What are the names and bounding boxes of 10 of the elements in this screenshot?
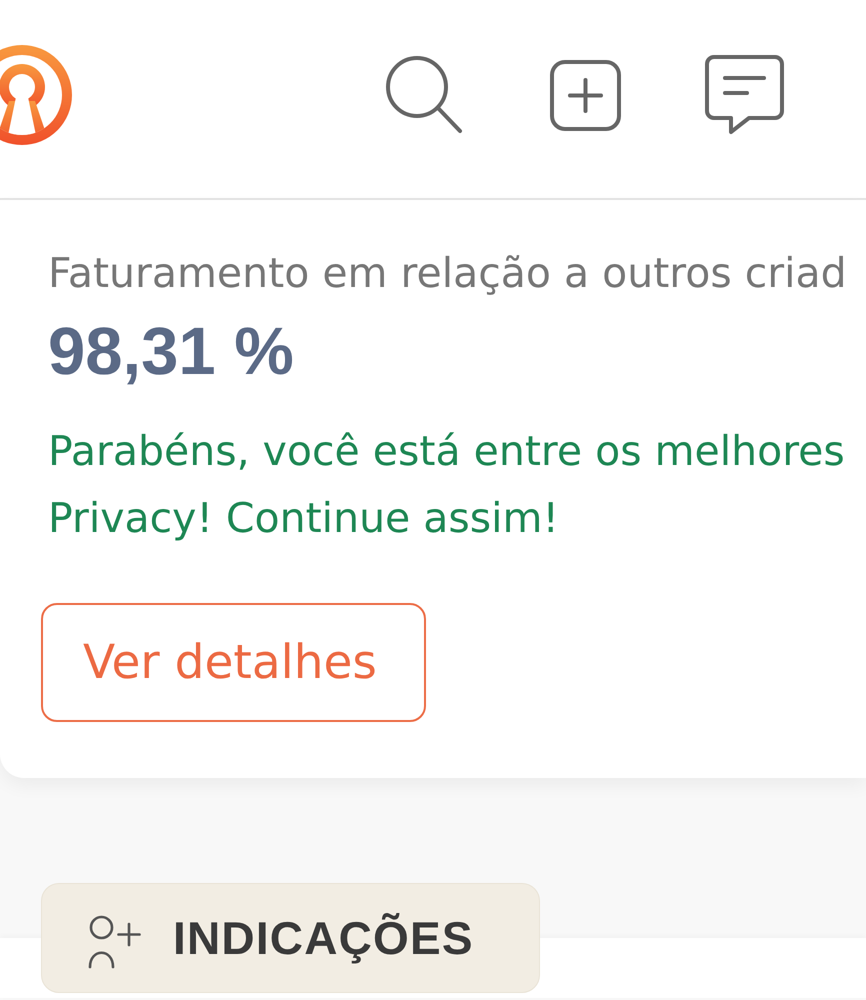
percentile-value: 98,31 %: [48, 313, 294, 391]
chat-bubble-icon[interactable]: [705, 55, 784, 135]
referrals-tab[interactable]: INDICAÇÕES: [41, 883, 540, 993]
logo-icon[interactable]: [0, 44, 72, 146]
revenue-comparison-label: Faturamento em relação a outros criad: [48, 249, 847, 297]
congratulation-text: Parabéns, você está entre os melhores: [48, 426, 845, 477]
congratulation-text: Privacy! Continue assim!: [48, 493, 559, 544]
person-plus-icon: [88, 915, 142, 969]
search-icon[interactable]: [383, 55, 463, 135]
plus-square-icon[interactable]: [550, 60, 621, 130]
